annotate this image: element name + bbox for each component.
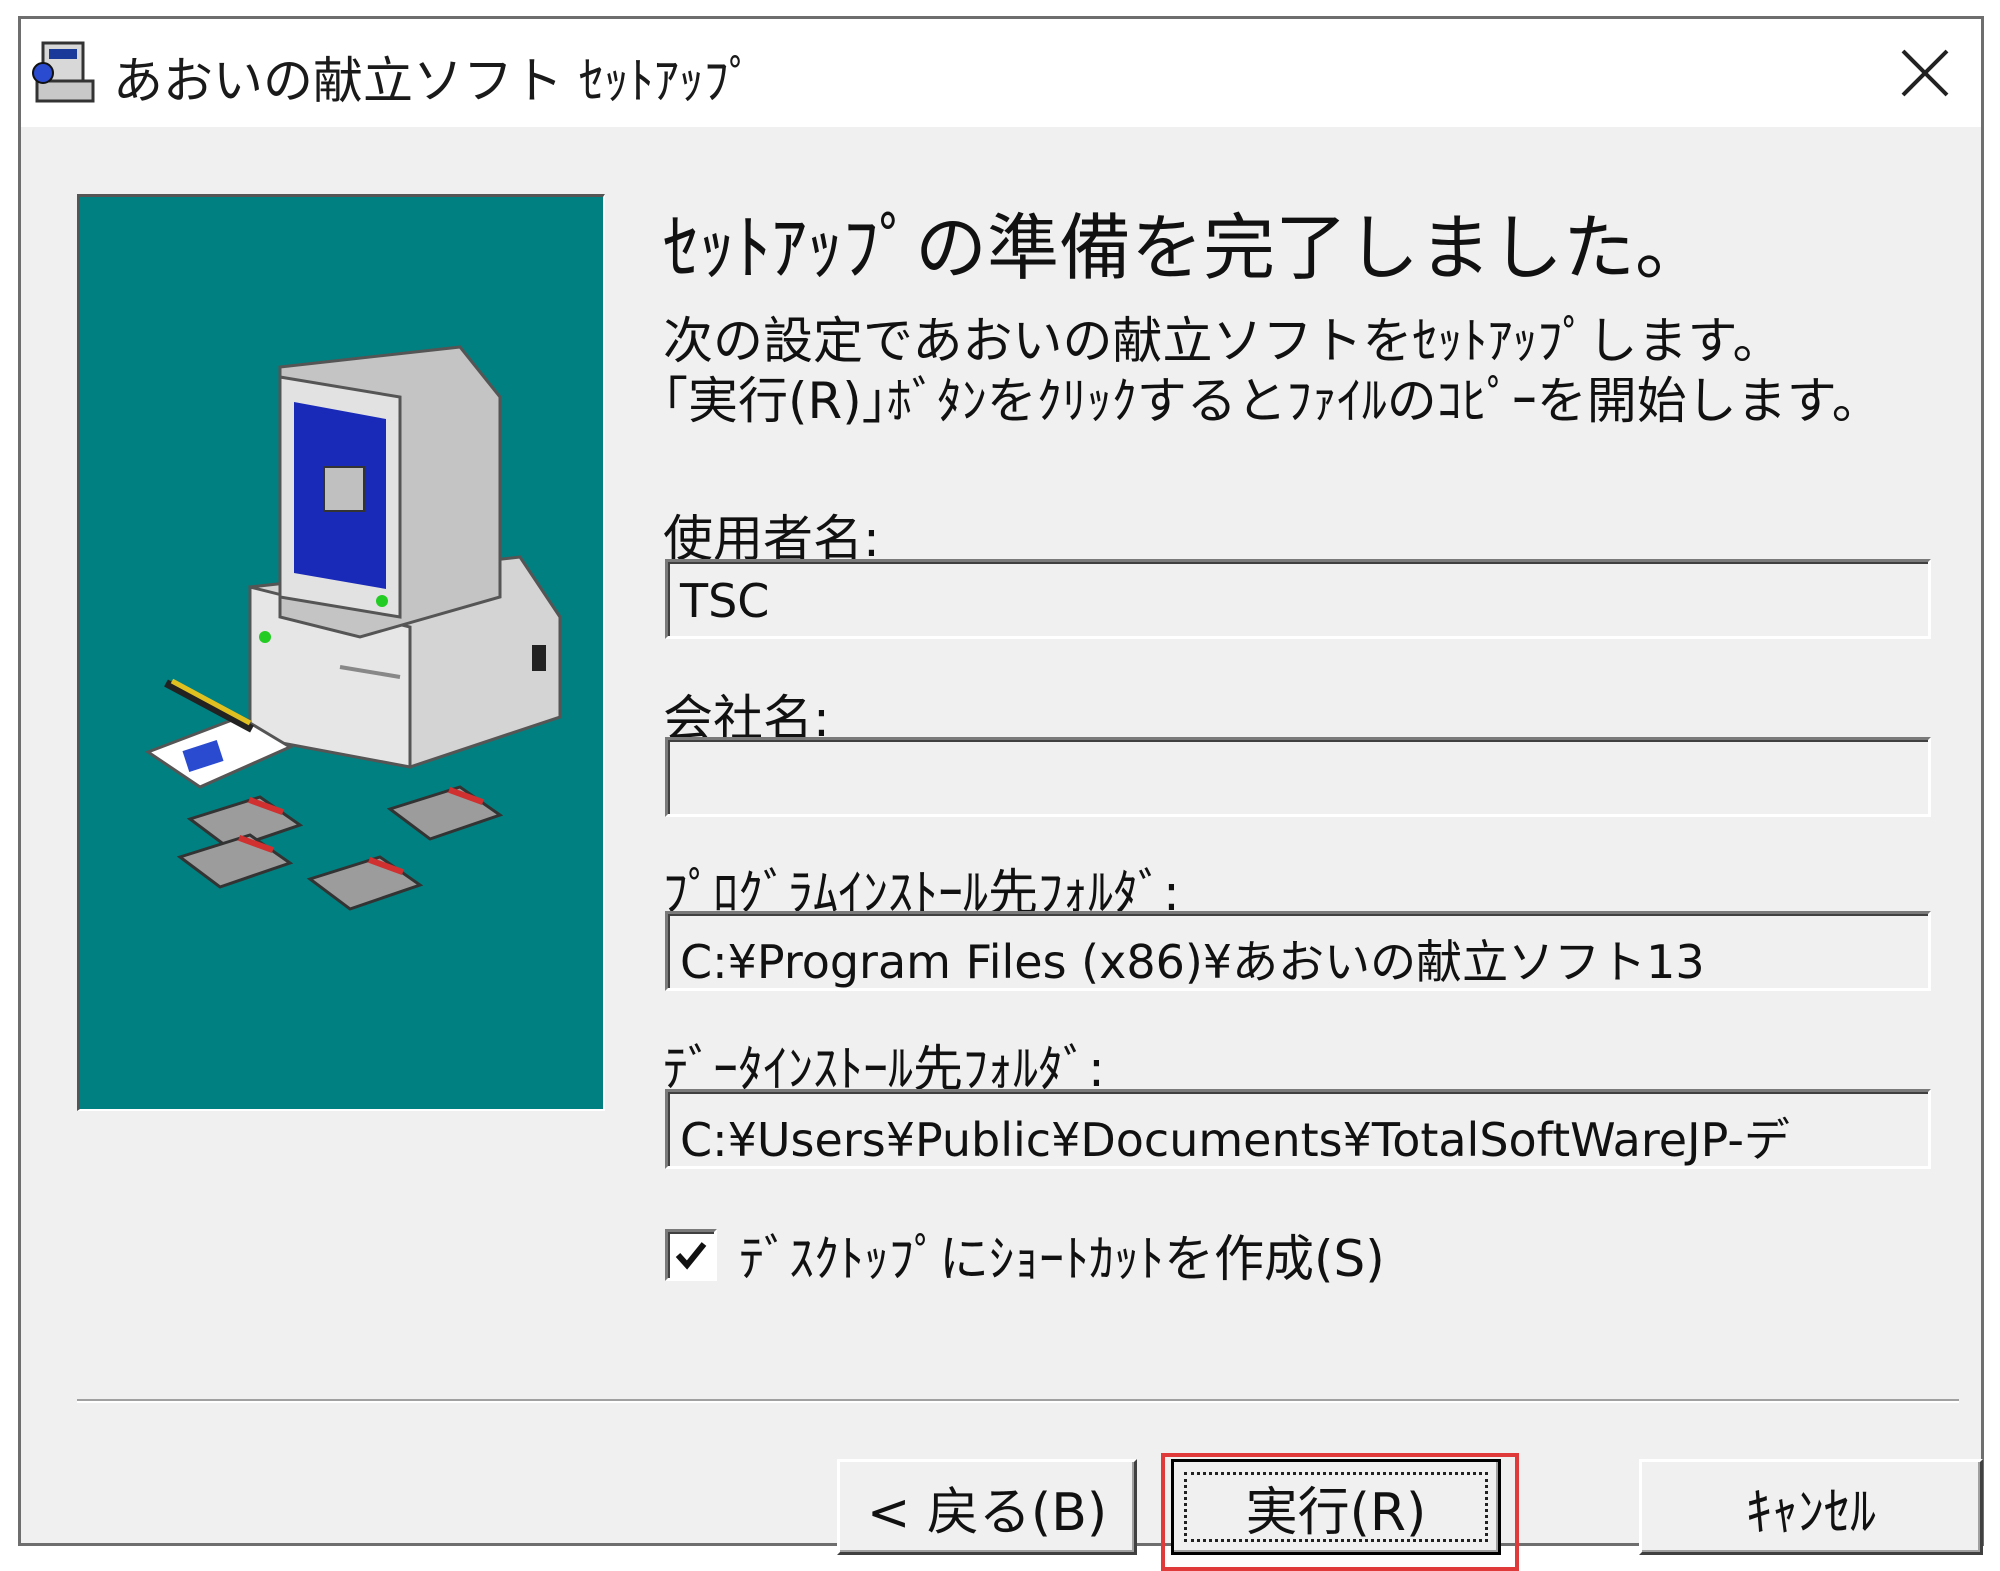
data-folder-field[interactable]: C:¥Users¥Public¥Documents¥TotalSoftWareJ… [665, 1089, 1931, 1169]
shortcut-checkbox[interactable] [665, 1229, 717, 1281]
page-title: ｾｯﾄｱｯﾌﾟの準備を完了しました。 [663, 206, 1708, 290]
back-button[interactable]: < 戻る(B) [837, 1459, 1137, 1555]
checkmark-icon [675, 1242, 707, 1270]
cancel-button[interactable]: ｷｬﾝｾﾙ [1639, 1459, 1983, 1555]
user-name-field[interactable]: TSC [665, 559, 1931, 639]
setup-program-icon [29, 37, 101, 109]
focus-rectangle [1184, 1472, 1488, 1542]
setup-dialog: あおいの献立ソフト ｾｯﾄｱｯﾌﾟ ｾｯﾄｱｯﾌﾟの準備を完了しました。 次の設… [18, 16, 1984, 1571]
description: 次の設定であおいの献立ソフトをｾｯﾄｱｯﾌﾟします。 ｢実行(R)｣ﾎﾞﾀﾝをｸ… [663, 311, 1882, 431]
title-bar: あおいの献立ソフト ｾｯﾄｱｯﾌﾟ [21, 19, 1981, 127]
description-line-2: ｢実行(R)｣ﾎﾞﾀﾝをｸﾘｯｸするとﾌｧｲﾙのｺﾋﾟｰを開始します。 [663, 372, 1882, 430]
shortcut-checkbox-label[interactable]: ﾃﾞｽｸﾄｯﾌﾟにｼｮｰﾄｶｯﾄを作成(S) [739, 1219, 1385, 1291]
company-name-field[interactable] [665, 737, 1931, 817]
close-icon[interactable] [1887, 35, 1963, 111]
computer-illustration [144, 345, 562, 911]
setup-banner-image [77, 194, 605, 1111]
floppy-disks [176, 785, 504, 911]
divider [77, 1399, 1959, 1403]
description-line-1: 次の設定であおいの献立ソフトをｾｯﾄｱｯﾌﾟします。 [663, 312, 1783, 370]
run-button[interactable]: 実行(R) [1171, 1459, 1501, 1555]
shortcut-option[interactable]: ﾃﾞｽｸﾄｯﾌﾟにｼｮｰﾄｶｯﾄを作成(S) [665, 1225, 1385, 1288]
program-folder-field[interactable]: C:¥Program Files (x86)¥あおいの献立ソフト13 [665, 911, 1931, 991]
window-title: あおいの献立ソフト ｾｯﾄｱｯﾌﾟ [113, 52, 754, 110]
